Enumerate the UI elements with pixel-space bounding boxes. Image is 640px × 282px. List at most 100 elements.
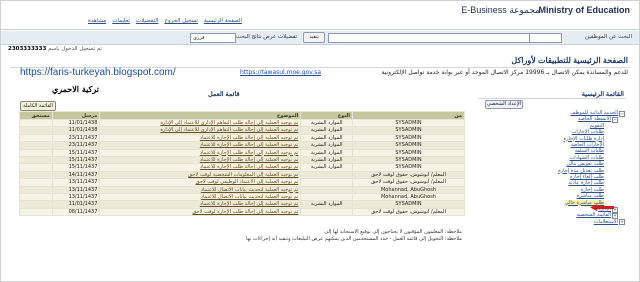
support-notice: للدعم والمساندة يمكن الاتصال بـ 19996 مر… [381, 69, 628, 76]
tawasul-link[interactable]: https://tawasul.moe.gov.sa [240, 69, 321, 76]
search-label: البحث عن الموظفين [584, 34, 632, 40]
expand-icon[interactable]: + [619, 219, 625, 226]
row-due [19, 170, 53, 180]
row-subject[interactable]: تم توجيه العملية إلى إحالة طلب التفاهم ا… [99, 118, 302, 128]
menu-item[interactable]: الإجازات الخاصة [570, 142, 604, 148]
menu-item[interactable]: طلب تعديل مدة إجازة [558, 168, 604, 174]
menu-item[interactable]: إدارة طلبات الإجازة [564, 136, 604, 142]
row-sent: 15/11/1437 [51, 156, 101, 165]
col-subject[interactable]: الموضوع [99, 111, 302, 120]
search-input[interactable] [328, 33, 530, 43]
row-due [19, 207, 53, 217]
row-due [19, 193, 53, 202]
table-row[interactable]: المعلم/ أبوشوش، حقوق لوقت لاحق تم توجيه ا… [19, 178, 466, 187]
link-view[interactable]: مشاهدة [88, 18, 106, 24]
row-type: الموارد البشرية [300, 118, 353, 128]
link-logout[interactable]: تسجيل الخروج [164, 18, 198, 24]
note-2: ملاحظة: التحويل إلى قائمة العمل - حدد ال… [246, 236, 462, 242]
collapse-icon[interactable]: − [612, 116, 618, 123]
menu-item[interactable]: طلب إلغاء إجازة [570, 174, 604, 180]
row-subject[interactable]: تم توجيه العملية إلى إحالة طلب الإجازة ل… [99, 148, 302, 158]
menu-item[interactable]: طلبات السلفة [575, 148, 604, 154]
link-home[interactable]: الصفحة الرئيسية [204, 18, 242, 24]
table-row[interactable]: SYSADMIN الموارد البشرية تم توجيه العملية … [19, 141, 466, 150]
header-divider [0, 29, 640, 30]
row-sent: 14/11/1437 [51, 170, 101, 180]
row-sent: 11/01/1438 [51, 126, 101, 135]
table-row[interactable]: SYSADMIN الموارد البشرية تم توجيه العملية … [19, 200, 466, 209]
row-due [19, 178, 53, 187]
table-row[interactable]: SYSADMIN الموارد البشرية تم توجيه العملية … [19, 156, 466, 165]
menu-item[interactable]: طلبات الإجازات [572, 129, 604, 135]
row-sent: 11/01/1437 [51, 200, 101, 209]
row-subject[interactable]: تم توجيه العملية إلى إحالة طلب الإجازة ل… [99, 141, 302, 150]
row-subject[interactable]: تم توجيه العملية إلى إحالة طلب الإجازة ل… [99, 156, 302, 165]
table-row[interactable]: SYSADMIN الموارد البشرية تم توجيه العملية … [19, 133, 466, 143]
row-subject[interactable]: تم توجيه العملية لتحديث بيانات الاتصال ل… [99, 193, 302, 202]
go-button[interactable]: تنفيذ [303, 32, 325, 43]
col-type[interactable]: النوع [300, 111, 353, 120]
table-row[interactable]: SYSADMIN الموارد البشرية تم توجيه العملية … [19, 126, 466, 135]
table-row[interactable]: المعلم/ أبوشوش، حقوق لوقت لاحق تم توجيه ا… [19, 170, 466, 180]
menu-item[interactable]: طلبات الشهادات [570, 155, 605, 161]
row-type [300, 170, 353, 180]
row-type: الموارد البشرية [300, 163, 353, 172]
row-from: Mohannad, AbuGhosh [351, 193, 466, 202]
row-due [19, 126, 53, 135]
row-due [19, 156, 53, 165]
note-1: ملاحظة: المعلمون المؤقتون لا يحتاجون إلى… [324, 229, 462, 235]
collapse-icon[interactable]: − [619, 110, 625, 117]
menu-item[interactable]: طلب إجازة [581, 187, 604, 193]
link-help[interactable]: تعليمات [112, 18, 130, 24]
row-from: SYSADMIN [351, 156, 466, 165]
menu-item[interactable]: الاستعلامات [594, 219, 618, 225]
row-sent: 15/11/1437 [51, 148, 101, 158]
menu-item[interactable]: القائمة الشخصية [576, 212, 611, 218]
personalize-button[interactable]: الإعداد الشخصي [485, 100, 523, 109]
row-subject[interactable]: تم توجيه العملية إلى إحالة طلب الإجازة ل… [99, 133, 302, 143]
watermark-name: تركية الاحمري [52, 84, 99, 94]
menu-item[interactable]: طلب مباشرة [577, 193, 604, 199]
row-subject[interactable]: تم توجيه العملية إلى الاعتماد الوظيفي لو… [99, 178, 302, 187]
watermark-url: https://faris-turkeyah.blogspot.com/ [20, 67, 176, 78]
row-subject[interactable]: تم توجيه العملية لتحديث بيانات الاتصال ل… [99, 185, 302, 195]
menu-item[interactable]: التقويم [590, 123, 604, 129]
col-due[interactable]: مستحق [19, 111, 53, 120]
row-sent: 13/11/1437 [51, 193, 101, 202]
row-type [300, 185, 353, 195]
row-subject[interactable]: تم توجيه العملية إلى إحالة طلب الإجازة ل… [99, 163, 302, 172]
row-sent: 15/11/1437 [51, 163, 101, 172]
row-due [19, 141, 53, 150]
search-preferences-label: تفضيلات عرض نتائج البحث [236, 34, 298, 40]
menu-item[interactable]: طلب إجازة عادية [568, 180, 604, 186]
row-from: SYSADMIN [351, 133, 466, 143]
worklist-title: قائمة العمل [208, 91, 240, 98]
row-due [19, 200, 53, 209]
table-row[interactable]: Mohannad, AbuGhosh تم توجيه العملية لتحدي… [19, 185, 466, 195]
preferences-select[interactable]: فرزي [190, 33, 236, 43]
row-sent: 23/11/1437 [51, 133, 101, 143]
menu-item[interactable]: طلب تعويض مالي [566, 161, 604, 167]
page-title: الصفحة الرئيسية للتطبيقات لأوراكل [511, 56, 628, 65]
worklist-table: من النوع الموضوع مرسل مستحق SYSADMIN المو… [19, 111, 466, 217]
full-list-button[interactable]: القائمة الكاملة [20, 101, 56, 111]
link-preferences[interactable]: التفضيلات [136, 18, 159, 24]
row-sent: 08/11/1437 [51, 207, 101, 217]
main-menu-title: القائمة الرئيسية [581, 91, 624, 98]
table-row[interactable]: SYSADMIN الموارد البشرية تم توجيه العملية … [19, 118, 466, 128]
row-subject[interactable]: تم توجيه العملية إلى إحالة طلب الإجازة ل… [99, 200, 302, 209]
row-subject[interactable]: تم توجيه العملية إلى إحالة طلب التفاهم ا… [99, 126, 302, 135]
table-row[interactable]: SYSADMIN الموارد البشرية تم توجيه العملية … [19, 163, 466, 172]
row-subject[interactable]: تم توجيه العملية إلى المعلومات الشخصية ل… [99, 170, 302, 180]
menu-item[interactable]: الأنشطة الخاصة [578, 116, 611, 122]
row-sent: 11/01/1438 [51, 118, 101, 128]
row-type: الموارد البشرية [300, 141, 353, 150]
row-subject[interactable]: تم توجيه العملية إلى إحالة طلب الإجازة ل… [99, 207, 302, 217]
col-from[interactable]: من [351, 111, 466, 120]
table-row[interactable]: المعلم/ أبوشوش، حقوق لوقت لاحق تم توجيه ا… [19, 207, 466, 217]
login-user: 2303333333 [8, 46, 47, 52]
col-sent[interactable]: مرسل [51, 111, 101, 120]
table-row[interactable]: SYSADMIN الموارد البشرية تم توجيه العملية … [19, 148, 466, 158]
table-row[interactable]: Mohannad, AbuGhosh تم توجيه العملية لتحدي… [19, 193, 466, 202]
row-from: SYSADMIN [351, 141, 466, 150]
